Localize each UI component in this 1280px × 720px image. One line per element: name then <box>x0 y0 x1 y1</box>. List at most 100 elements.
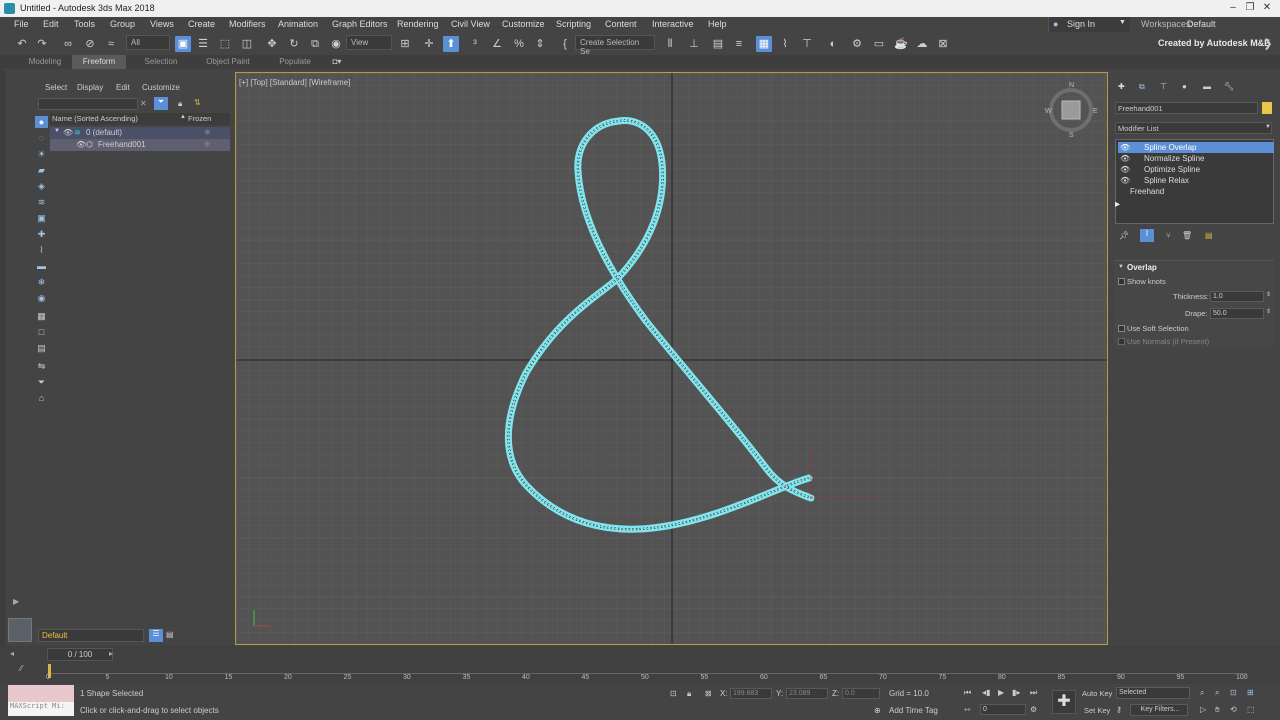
isolate-selection-icon[interactable]: ⊡ <box>670 689 677 698</box>
eye-icon[interactable]: 👁︎ <box>1120 164 1130 175</box>
previous-frame-icon[interactable]: ◂▮ <box>982 688 990 697</box>
window-crossing-icon[interactable]: ◫ <box>239 36 255 52</box>
display-none-icon[interactable]: □ <box>35 326 48 338</box>
select-object-icon[interactable]: ▣ <box>175 36 191 52</box>
display-geometry-icon[interactable]: ● <box>35 116 48 128</box>
viewport-canvas[interactable]: N S W E <box>236 73 1108 645</box>
material-editor-icon[interactable]: ◐ <box>825 36 841 52</box>
ribbon-options-icon[interactable]: ◘▾ <box>328 55 346 69</box>
slider-right-icon[interactable]: ▸ <box>109 649 113 658</box>
thickness-spinner[interactable]: 1.0 <box>1210 291 1264 302</box>
explorer-menu-display[interactable]: Display <box>77 83 103 92</box>
pivot-center-icon[interactable]: ⊞ <box>397 36 413 52</box>
track-bar-menu-icon[interactable]: ⁄⁄ <box>20 664 23 673</box>
menu-file[interactable]: File <box>14 19 29 29</box>
eye-icon[interactable]: 👁︎ <box>76 140 86 149</box>
collapse-icon[interactable]: ▼ <box>1118 264 1124 270</box>
layer-explorer-toggle-icon[interactable]: ☰ <box>149 629 163 642</box>
stack-item-spline-overlap[interactable]: 👁︎ Spline Overlap <box>1118 142 1274 153</box>
redo-icon[interactable]: ↷ <box>34 36 50 52</box>
schematic-view-icon[interactable]: ⊤ <box>799 36 815 52</box>
object-name-field[interactable]: Freehand001 <box>1115 102 1258 114</box>
stack-item-optimize-spline[interactable]: 👁︎ Optimize Spline <box>1118 164 1274 175</box>
rendered-frame-window-icon[interactable]: ▭ <box>871 36 887 52</box>
tree-row-default-layer[interactable]: ▼ 👁︎ ≋ 0 (default) ❄ <box>50 127 230 139</box>
render-production-icon[interactable]: ☕ <box>893 36 909 52</box>
eye-icon[interactable]: 👁︎ <box>63 128 73 137</box>
tab-object-paint[interactable]: Object Paint <box>198 55 258 69</box>
bind-space-warp-icon[interactable]: ≈ <box>103 36 119 52</box>
undo-icon[interactable]: ↶ <box>14 36 30 52</box>
maximize-viewport-icon[interactable]: ⬚ <box>1247 705 1255 714</box>
menu-help[interactable]: Help <box>708 19 727 29</box>
display-groups-icon[interactable]: ▣ <box>35 212 48 224</box>
a360-gallery-icon[interactable]: ⊠ <box>935 36 951 52</box>
display-frozen-icon[interactable]: ❄ <box>35 276 48 288</box>
reference-coordinate-dropdown[interactable]: View <box>346 35 392 50</box>
object-color-swatch[interactable] <box>1262 102 1272 114</box>
eye-icon[interactable]: 👁︎ <box>1120 175 1130 186</box>
display-spacewarps-icon[interactable]: ≋ <box>35 196 48 208</box>
go-to-end-icon[interactable]: ⏭ <box>1030 688 1037 698</box>
unlink-icon[interactable]: ⊘ <box>82 36 98 52</box>
curve-editor-icon[interactable]: ⌇ <box>777 36 793 52</box>
menu-modifiers[interactable]: Modifiers <box>229 19 266 29</box>
display-invert-icon[interactable]: ▤ <box>35 342 48 354</box>
toggle-ribbon-icon[interactable]: ▦ <box>756 36 772 52</box>
menu-views[interactable]: Views <box>150 19 174 29</box>
field-of-view-icon[interactable]: ▷ <box>1200 705 1206 714</box>
eye-icon[interactable]: 👁︎ <box>1120 153 1130 164</box>
expand-panel-icon[interactable]: ▶ <box>13 597 19 606</box>
next-frame-icon[interactable]: ▮▸ <box>1012 688 1020 697</box>
select-by-name-icon[interactable]: ☰ <box>195 36 211 52</box>
pin-stack-icon[interactable]: 📌︎ <box>1119 231 1129 240</box>
snaps-toggle-icon[interactable]: ³ <box>467 36 483 52</box>
set-keys-icon[interactable]: ✚ <box>1052 690 1076 714</box>
time-slider[interactable]: 0 / 100 <box>47 648 113 661</box>
tab-selection[interactable]: Selection <box>134 55 188 69</box>
rollout-title[interactable]: Overlap <box>1127 263 1157 272</box>
display-tab-icon[interactable]: ▬ <box>1203 82 1211 91</box>
scale-icon[interactable]: ⧉ <box>307 36 323 52</box>
render-setup-icon[interactable]: ⚙ <box>849 36 865 52</box>
menu-edit[interactable]: Edit <box>43 19 59 29</box>
create-tab-icon[interactable]: ✚ <box>1118 82 1125 91</box>
orbit-icon[interactable]: ⟲ <box>1230 705 1237 714</box>
viewport-top[interactable]: N S W E [+] [Top] [Standard] [Wireframe] <box>235 72 1108 645</box>
workspaces-dropdown[interactable]: Workspaces: Default <box>1139 17 1280 32</box>
rectangular-selection-icon[interactable]: ⬚ <box>217 36 233 52</box>
tab-modeling[interactable]: Modeling <box>18 55 72 69</box>
clear-search-icon[interactable]: ✕ <box>140 99 147 108</box>
menu-rendering[interactable]: Rendering <box>397 19 439 29</box>
edit-named-selection-icon[interactable]: { <box>557 36 573 52</box>
time-config-icon[interactable]: ⚙ <box>1030 705 1037 714</box>
zoom-extents-all-icon[interactable]: ⊞ <box>1247 688 1254 697</box>
align-icon[interactable]: ⊥ <box>686 36 702 52</box>
x-coordinate-field[interactable]: 199.883 <box>730 688 772 699</box>
track-bar[interactable] <box>47 664 1247 674</box>
restore-button[interactable]: ❐ <box>1243 2 1257 14</box>
display-xrefs-icon[interactable]: ✚ <box>35 228 48 240</box>
key-mode-icon[interactable]: ⇿ <box>964 705 971 714</box>
menu-scripting[interactable]: Scripting <box>556 19 591 29</box>
freeze-icon[interactable]: ❄ <box>204 140 211 149</box>
link-icon[interactable]: ∞ <box>60 36 76 52</box>
selection-filter-dropdown[interactable]: All <box>126 35 170 50</box>
expand-icon[interactable]: ▼ <box>54 128 60 134</box>
use-soft-selection-checkbox[interactable] <box>1118 325 1125 332</box>
display-lights-icon[interactable]: ☀ <box>35 148 48 160</box>
configure-modifier-sets-icon[interactable]: ▤ <box>1205 231 1213 240</box>
sort-icon[interactable]: ⇅ <box>194 98 201 107</box>
move-icon[interactable]: ✥ <box>264 36 280 52</box>
use-normals-checkbox[interactable] <box>1118 338 1125 345</box>
keyboard-shortcut-override-icon[interactable]: ⬆ <box>443 36 459 52</box>
set-key-button[interactable]: Set Key <box>1084 706 1110 715</box>
pan-icon[interactable]: ✋︎ <box>1215 705 1220 715</box>
menu-interactive[interactable]: Interactive <box>652 19 694 29</box>
maxscript-mini-listener[interactable]: MAXScript Mi: <box>8 702 74 716</box>
command-panel-toggle-icon[interactable]: ❯ <box>1260 36 1276 52</box>
time-tag-icon[interactable]: ⊕ <box>874 706 881 715</box>
lock-icon[interactable]: 🔒︎ <box>178 99 182 109</box>
make-unique-icon[interactable]: ⑂ <box>1166 231 1171 240</box>
explorer-search-input[interactable] <box>38 98 138 110</box>
